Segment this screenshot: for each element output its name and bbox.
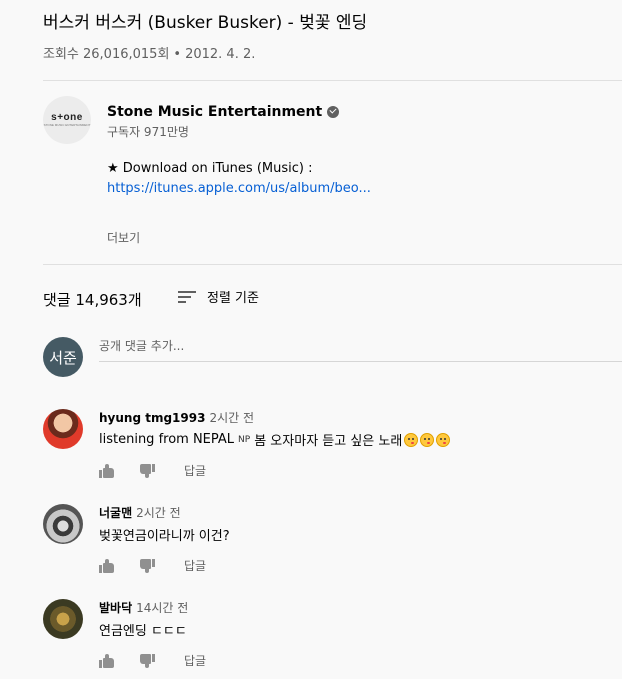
dislike-icon[interactable] — [139, 558, 155, 573]
comment-text: listening from NEPAL NP 봄 오자마자 듣고 싶은 노래 — [99, 430, 451, 449]
video-title: 버스커 버스커 (Busker Busker) - 벚꽃 엔딩 — [43, 13, 368, 33]
upload-date: 2012. 4. 2. — [185, 47, 256, 62]
kiss-emoji-icon — [420, 432, 435, 447]
dislike-icon[interactable] — [139, 653, 155, 668]
channel-name[interactable]: Stone Music Entertainment — [107, 104, 322, 120]
comment-header: 너굴맨 2시간 전 — [99, 504, 181, 521]
like-icon[interactable] — [99, 653, 115, 668]
comment-header: hyung tmg1993 2시간 전 — [99, 409, 254, 426]
dislike-icon[interactable] — [139, 463, 155, 478]
sort-button[interactable]: 정렬 기준 — [178, 287, 259, 306]
description-line: ★ Download on iTunes (Music) : — [107, 161, 313, 176]
channel-name-row[interactable]: Stone Music Entertainment — [107, 104, 340, 120]
reply-button[interactable]: 답글 — [184, 652, 206, 669]
comment-actions: 답글 — [99, 462, 206, 479]
divider-top — [43, 80, 622, 81]
like-icon[interactable] — [99, 463, 115, 478]
kiss-emoji-icon — [404, 432, 419, 447]
sort-icon — [178, 290, 196, 304]
kiss-emoji-icon — [436, 432, 451, 447]
comment-header: 발바닥 14시간 전 — [99, 599, 188, 616]
comment-author[interactable]: 너굴맨 — [99, 506, 132, 520]
commenter-avatar[interactable] — [43, 409, 83, 449]
comment-time[interactable]: 2시간 전 — [136, 506, 181, 520]
comment-text: 연금엔딩 ㄷㄷㄷ — [99, 624, 187, 639]
my-avatar: 서준 — [43, 337, 83, 377]
description-link[interactable]: https://itunes.apple.com/us/album/beo... — [107, 181, 371, 196]
comment-count: 댓글 14,963개 — [43, 291, 142, 309]
commenter-avatar[interactable] — [43, 599, 83, 639]
commenter-avatar[interactable] — [43, 504, 83, 544]
channel-avatar[interactable]: s+one STONE MUSIC ENTERTAINMENT — [43, 96, 91, 144]
show-more-button[interactable]: 더보기 — [107, 229, 140, 246]
verified-check-icon — [327, 106, 340, 118]
add-comment-input[interactable]: 공개 댓글 추가... — [99, 337, 622, 362]
comment-actions: 답글 — [99, 652, 206, 669]
video-meta: 조회수 26,016,015회 • 2012. 4. 2. — [43, 43, 255, 62]
like-icon[interactable] — [99, 558, 115, 573]
divider-comments — [43, 264, 622, 265]
view-count: 조회수 26,016,015회 — [43, 47, 170, 62]
subscriber-count: 구독자 971만명 — [107, 125, 189, 139]
comment-time[interactable]: 14시간 전 — [136, 601, 188, 615]
flag-np: NP — [238, 434, 251, 445]
comment-author[interactable]: 발바닥 — [99, 601, 132, 615]
reply-button[interactable]: 답글 — [184, 462, 206, 479]
comment-actions: 답글 — [99, 557, 206, 574]
comment-author[interactable]: hyung tmg1993 — [99, 411, 205, 425]
comment-text: 벚꽃연금이라니까 이건? — [99, 529, 230, 544]
channel-logo: s+one STONE MUSIC ENTERTAINMENT — [43, 112, 91, 128]
meta-separator: • — [173, 47, 182, 62]
comment-time[interactable]: 2시간 전 — [209, 411, 254, 425]
sort-label: 정렬 기준 — [207, 291, 259, 306]
reply-button[interactable]: 답글 — [184, 557, 206, 574]
